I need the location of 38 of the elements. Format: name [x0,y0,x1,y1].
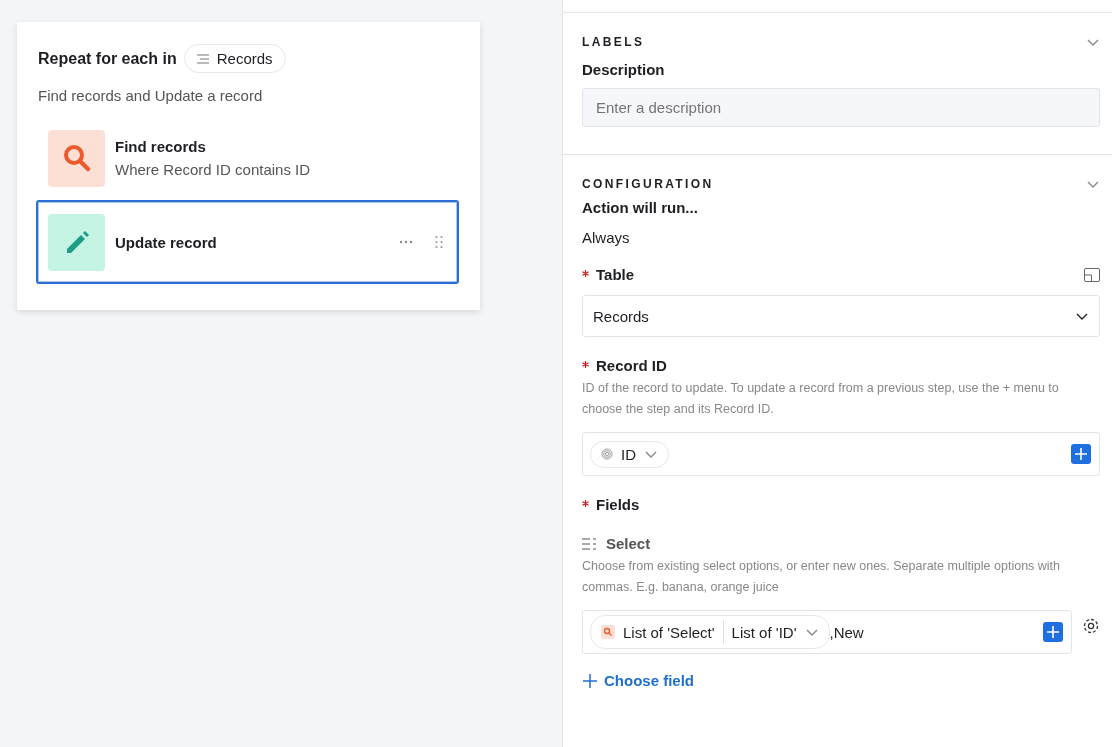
filter-lines-icon [196,53,209,64]
list-icon [582,537,598,550]
help-text: ID of the record to update. To update a record from a previous step, use the + menu to choose the step and its Record ID. [582,380,1060,418]
select-value-field[interactable]: List of 'Select' List of 'ID' ,New [582,610,1072,654]
step-title: Find records [115,138,207,155]
help-text: Choose from existing select options, or enter new ones. Separate multiple options with commas. E.g. banana, orange juice [582,558,1062,596]
step-title: Update record [115,233,218,251]
magnifier-icon [601,625,615,639]
step-item[interactable]: Find records Where Record ID contains ID [36,116,459,200]
plus-icon [582,672,598,689]
field-label: Description [582,61,666,78]
pencil-icon [48,213,105,271]
list-token[interactable]: List of 'Select' List of 'ID' [590,615,830,649]
group-description: Find records and Update a record [38,87,264,104]
record-id-field[interactable]: ID [582,432,1100,476]
add-button[interactable] [1071,444,1091,464]
choose-field-button[interactable]: Choose field [582,672,694,689]
fingerprint-icon [601,448,613,460]
group-title: Repeat for each in [38,49,177,68]
add-button[interactable] [1043,622,1063,642]
step-subtitle: Where Record ID contains ID [115,161,312,178]
more-icon[interactable] [399,240,413,244]
run-condition: Always [582,229,631,246]
field-label: Table [582,266,635,283]
step-item[interactable]: Update record [36,200,459,284]
field-label: Fields [582,496,640,513]
magnifier-icon [48,129,105,187]
field-name: Select [606,535,651,552]
field-label: Action will run... [582,199,699,216]
description-input[interactable]: Enter a description [582,88,1100,127]
field-label: Record ID [582,357,667,374]
settings-icon[interactable] [1082,617,1100,635]
panel-icon[interactable] [1084,267,1100,282]
section-heading: CONFIGURATION [582,177,714,191]
typed-text: ,New [829,623,864,641]
drag-handle-icon[interactable] [435,235,443,249]
table-dropdown[interactable]: Records [582,295,1100,337]
section-heading: LABELS [582,35,645,49]
